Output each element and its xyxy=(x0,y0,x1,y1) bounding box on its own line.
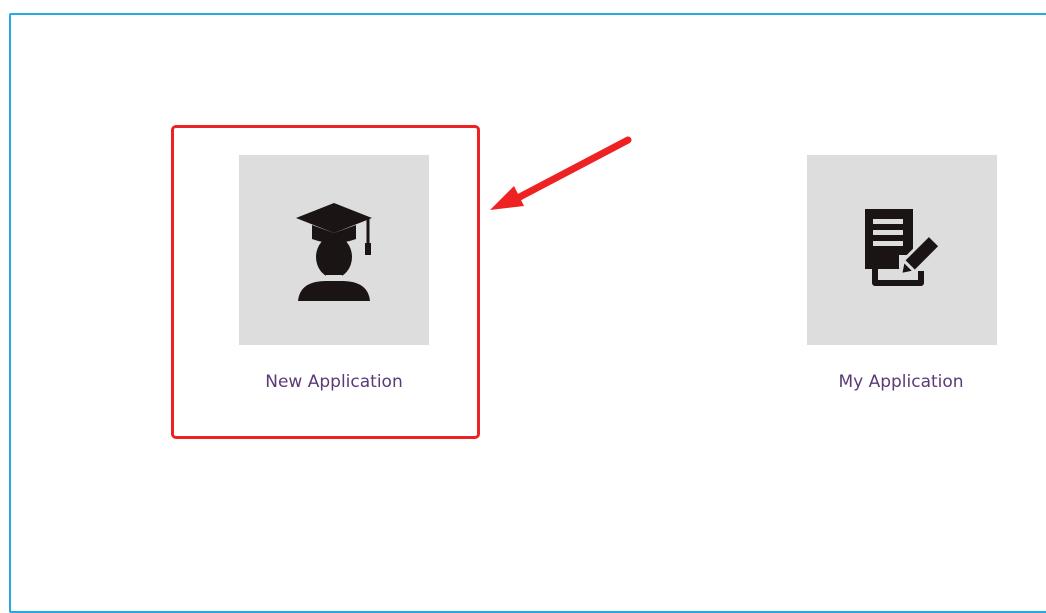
annotation-arrow-icon xyxy=(490,136,632,210)
